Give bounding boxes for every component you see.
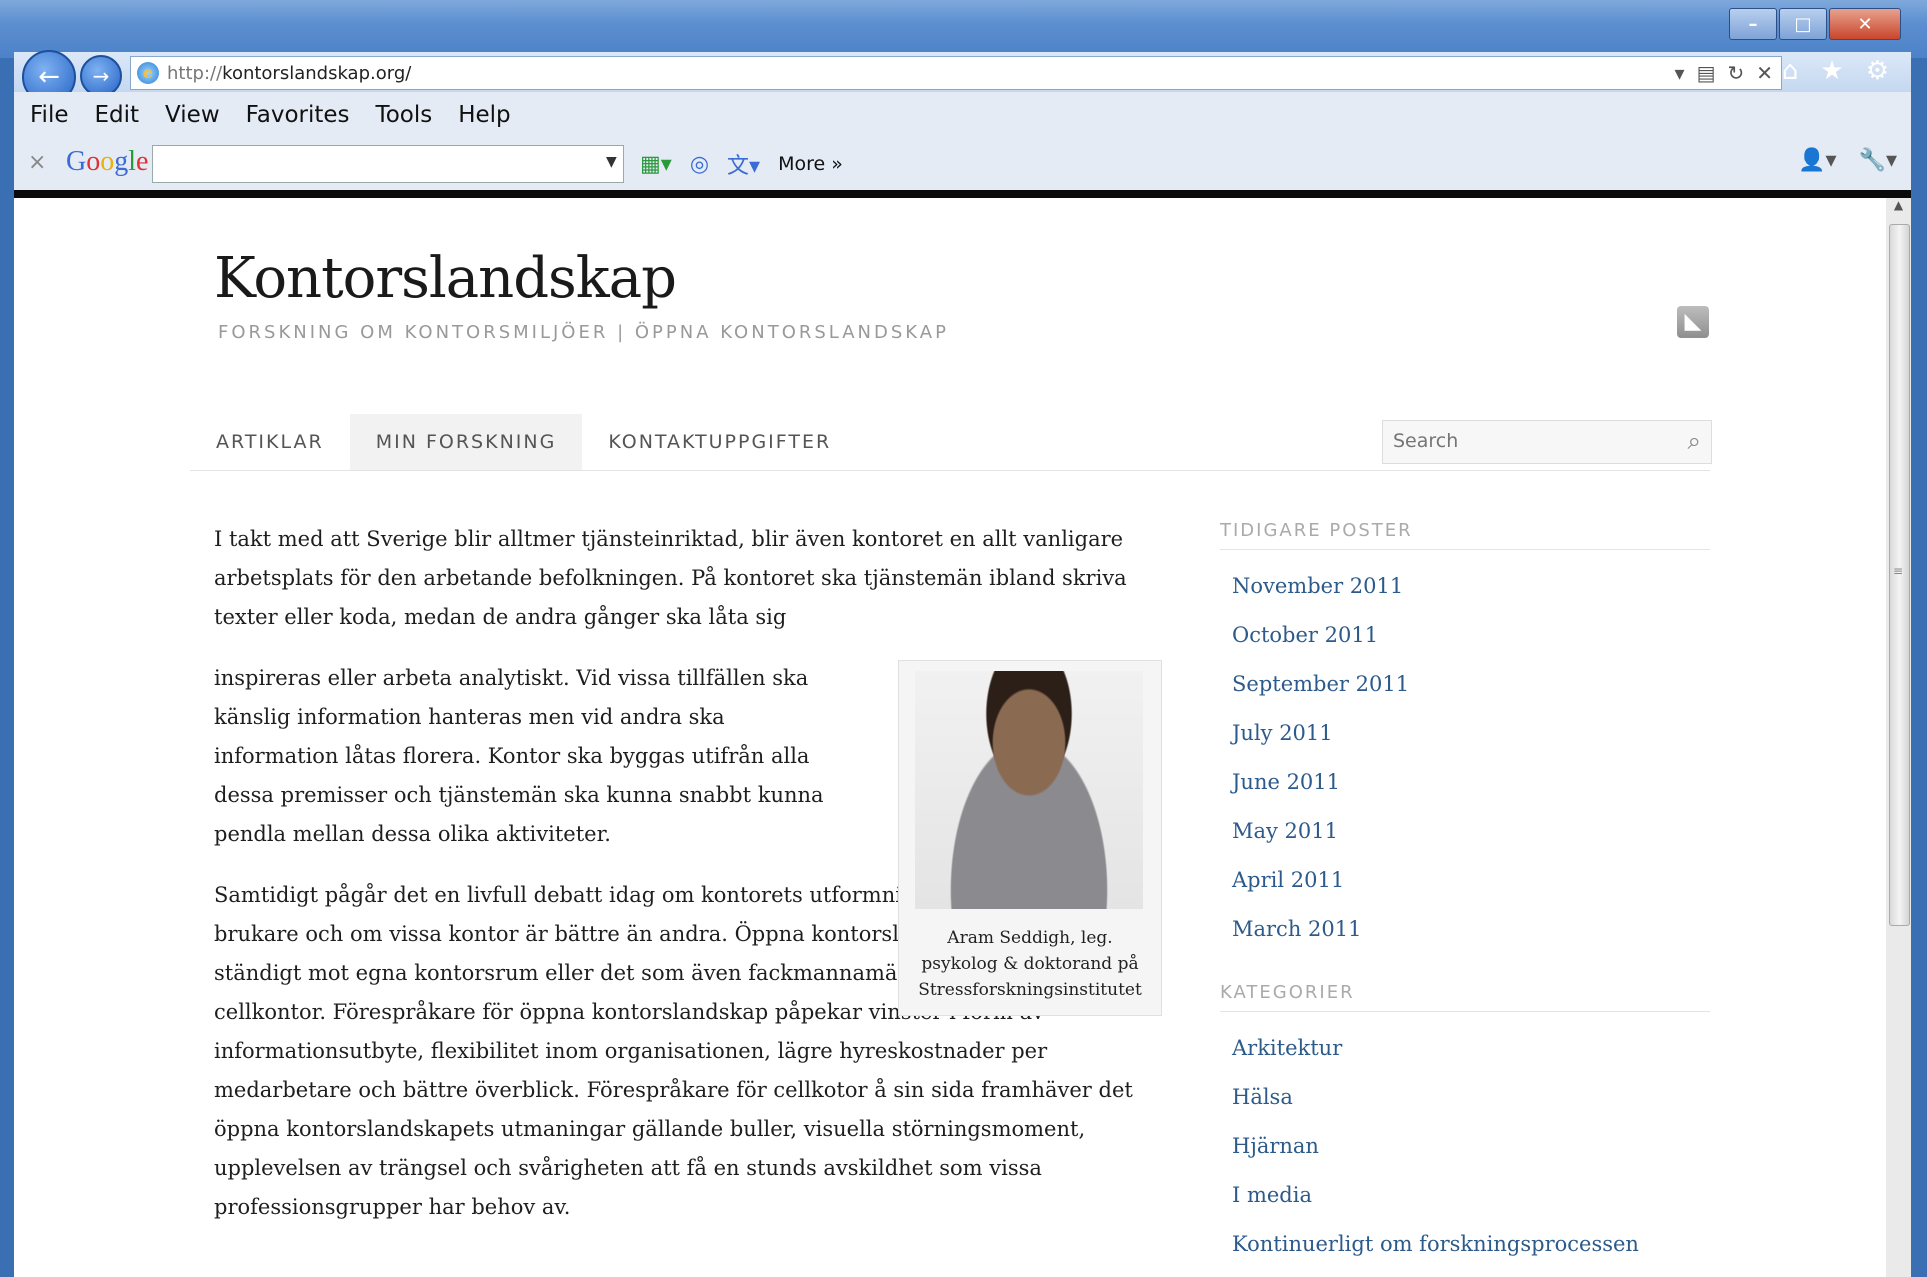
site-description: FORSKNING OM KONTORSMILJÖER | ÖPPNA KONT…: [218, 322, 949, 343]
nav-min-forskning[interactable]: MIN FORSKNING: [349, 414, 583, 470]
browser-chrome: File Edit View Favorites Tools Help × Go…: [14, 92, 1911, 190]
category-link[interactable]: Arkitektur: [1232, 1024, 1710, 1073]
window-titlebar: – □ ✕: [0, 0, 1927, 58]
url-text: kontorslandskap.org/: [222, 62, 412, 84]
archive-link[interactable]: April 2011: [1232, 856, 1710, 905]
menu-tools[interactable]: Tools: [376, 102, 433, 128]
wrench-icon[interactable]: 🔧▾: [1859, 148, 1897, 173]
category-link[interactable]: I media: [1232, 1171, 1710, 1220]
author-figure: Aram Seddigh, leg. psykolog & doktorand …: [898, 660, 1162, 1016]
scroll-grip-icon: ≡: [1893, 564, 1904, 578]
author-photo: [915, 671, 1143, 909]
menu-edit[interactable]: Edit: [95, 102, 140, 128]
category-link[interactable]: Kontinuerligt om forskningsprocessen: [1232, 1220, 1710, 1269]
sidebar: TIDIGARE POSTER November 2011 October 20…: [1220, 520, 1710, 1277]
google-toolbar: × Google ▼ ▦▾ ◎ 文▾ More » 👤▾ 🔧▾: [14, 142, 1911, 188]
dropdown-icon[interactable]: ▾: [1675, 61, 1685, 85]
article-paragraph-1: I takt med att Sverige blir alltmer tjän…: [214, 527, 1127, 629]
main-navigation: ARTIKLAR MIN FORSKNING KONTAKTUPPGIFTER: [190, 414, 857, 470]
vertical-scrollbar[interactable]: ▲ ≡: [1886, 198, 1911, 1277]
google-toolbar-icons: ▦▾ ◎ 文▾ More »: [640, 148, 843, 180]
compatibility-icon[interactable]: ▤: [1697, 61, 1716, 85]
category-link[interactable]: Hälsa: [1232, 1073, 1710, 1122]
categories-title: KATEGORIER: [1220, 982, 1710, 1012]
google-apps-icon[interactable]: ▦▾: [640, 152, 672, 177]
refresh-icon[interactable]: ↻: [1727, 61, 1744, 85]
archive-link[interactable]: November 2011: [1232, 562, 1710, 611]
search-box: ⌕: [1382, 420, 1712, 464]
article-paragraph-2: inspireras eller arbeta analytiskt. Vid …: [214, 666, 824, 846]
archive-widget: TIDIGARE POSTER November 2011 October 20…: [1220, 520, 1710, 954]
site-title[interactable]: Kontorslandskap: [214, 246, 677, 311]
stop-icon[interactable]: ✕: [1756, 61, 1773, 85]
archive-link[interactable]: June 2011: [1232, 758, 1710, 807]
close-window-button[interactable]: ✕: [1829, 8, 1901, 40]
categories-widget: KATEGORIER Arkitektur Hälsa Hjärnan I me…: [1220, 982, 1710, 1269]
more-button[interactable]: More »: [778, 153, 843, 175]
category-link[interactable]: Hjärnan: [1232, 1122, 1710, 1171]
search-icon[interactable]: ⌕: [1688, 427, 1701, 455]
search-dropdown-icon[interactable]: ▼: [606, 154, 617, 170]
menu-bar: File Edit View Favorites Tools Help: [30, 102, 511, 128]
archive-link[interactable]: May 2011: [1232, 807, 1710, 856]
menu-view[interactable]: View: [165, 102, 220, 128]
browser-actions: ⌂ ★ ⚙: [1782, 56, 1889, 86]
address-bar[interactable]: e http://kontorslandskap.org/ ▾ ▤ ↻ ✕: [130, 56, 1782, 90]
toolbar-separator: [14, 190, 1911, 198]
address-tools: ▾ ▤ ↻ ✕: [1675, 61, 1773, 85]
photo-caption: Aram Seddigh, leg. psykolog & doktorand …: [918, 928, 1142, 1000]
archive-title: TIDIGARE POSTER: [1220, 520, 1710, 550]
navigation-bar: ← → e http://kontorslandskap.org/ ▾ ▤ ↻ …: [14, 50, 1911, 104]
menu-favorites[interactable]: Favorites: [246, 102, 350, 128]
compass-icon[interactable]: ◎: [690, 152, 709, 177]
archive-link[interactable]: July 2011: [1232, 709, 1710, 758]
ie-page-icon: e: [137, 62, 159, 84]
favorites-star-icon[interactable]: ★: [1820, 56, 1843, 86]
menu-file[interactable]: File: [30, 102, 69, 128]
page-viewport: Kontorslandskap FORSKNING OM KONTORSMILJ…: [14, 198, 1886, 1277]
maximize-button[interactable]: □: [1779, 8, 1827, 40]
window-controls: – □ ✕: [1729, 8, 1901, 40]
toolbar-right-icons: 👤▾ 🔧▾: [1798, 148, 1897, 173]
archive-link[interactable]: March 2011: [1232, 905, 1710, 954]
scroll-up-icon[interactable]: ▲: [1886, 198, 1911, 220]
close-toolbar-icon[interactable]: ×: [28, 150, 46, 175]
rss-icon[interactable]: ◣: [1677, 306, 1709, 338]
archive-link[interactable]: October 2011: [1232, 611, 1710, 660]
minimize-button[interactable]: –: [1729, 8, 1777, 40]
search-input[interactable]: [1383, 421, 1683, 461]
translate-icon[interactable]: 文▾: [727, 148, 760, 180]
forward-button[interactable]: →: [80, 55, 122, 97]
user-icon[interactable]: 👤▾: [1798, 148, 1836, 173]
archive-link[interactable]: September 2011: [1232, 660, 1710, 709]
menu-help[interactable]: Help: [458, 102, 510, 128]
url-prefix: http://: [167, 62, 223, 84]
gear-icon[interactable]: ⚙: [1866, 56, 1889, 86]
google-logo: Google: [66, 146, 149, 177]
google-search-input[interactable]: [152, 145, 624, 183]
nav-divider: [190, 470, 1710, 471]
nav-kontaktuppgifter[interactable]: KONTAKTUPPGIFTER: [582, 414, 857, 470]
home-icon[interactable]: ⌂: [1782, 56, 1799, 86]
nav-artiklar[interactable]: ARTIKLAR: [190, 414, 350, 470]
